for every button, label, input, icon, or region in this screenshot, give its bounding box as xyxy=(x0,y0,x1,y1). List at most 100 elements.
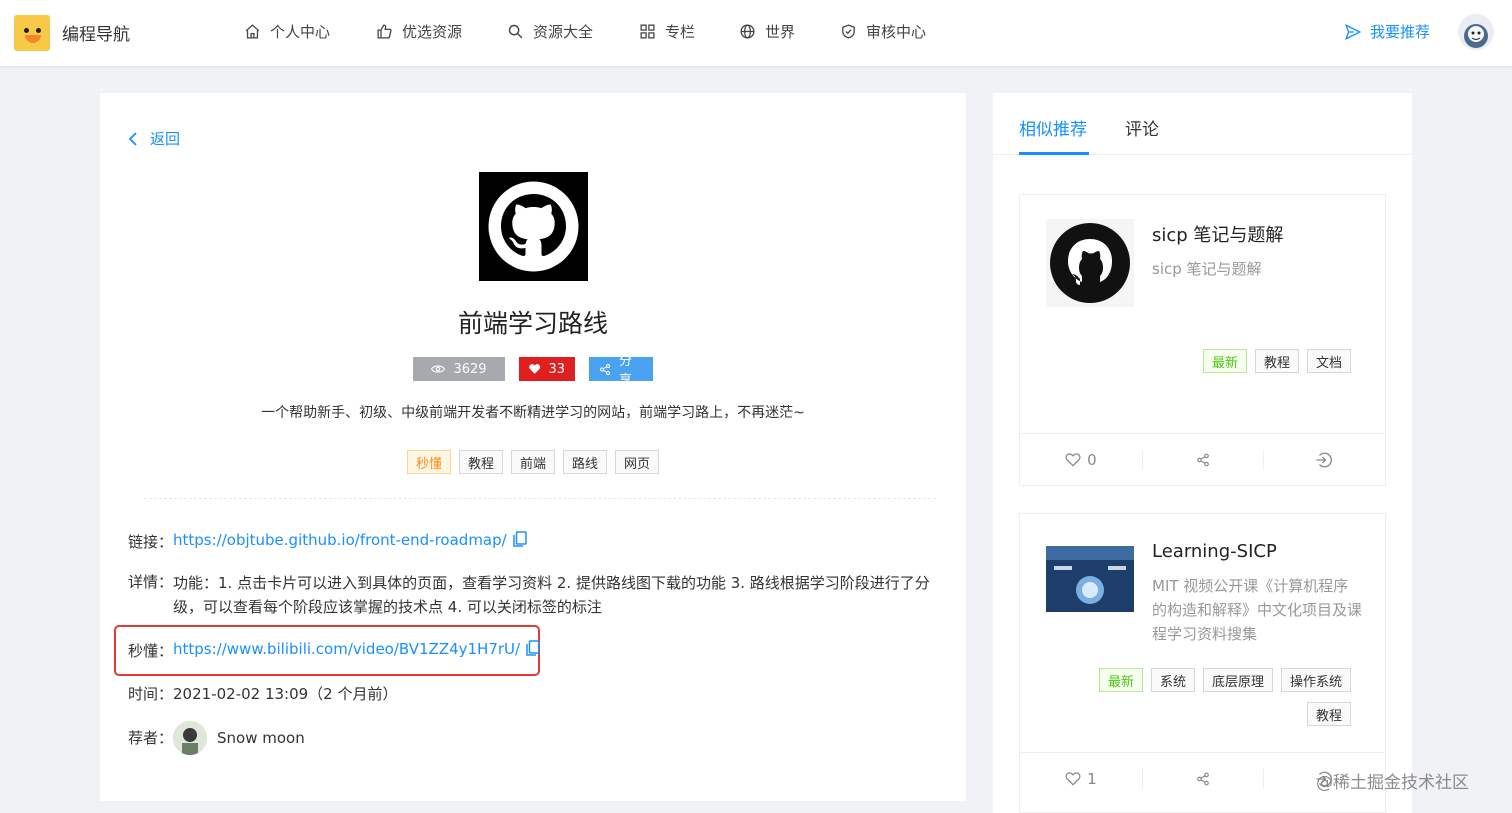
side-tabs: 相似推荐 评论 xyxy=(993,93,1412,155)
tag[interactable]: 路线 xyxy=(563,450,608,474)
recommender-name[interactable]: Snow moon xyxy=(217,729,305,747)
copy-icon[interactable] xyxy=(512,531,527,547)
active-tab-indicator xyxy=(1019,152,1089,155)
resource-description: 一个帮助新手、初级、中级前端开发者不断精进学习的网站，前端学习路上，不再迷茫~ xyxy=(261,405,805,421)
tag[interactable]: 教程 xyxy=(1254,349,1299,373)
top-navbar: 编程导航 个人中心 优选资源 资源大全 专栏 世界 审核中心 我要推荐 xyxy=(0,0,1512,66)
likes-count: 33 xyxy=(548,361,565,377)
thumbs-up-icon xyxy=(377,24,392,39)
quick-label: 秒懂： xyxy=(128,642,174,660)
item-actions: 0 xyxy=(1020,433,1385,485)
tag[interactable]: 最新 xyxy=(1098,668,1143,692)
back-label: 返回 xyxy=(150,130,181,148)
like-action[interactable]: 1 xyxy=(1020,753,1142,804)
tag[interactable]: 网页 xyxy=(615,450,660,474)
tag[interactable]: 前端 xyxy=(510,450,555,474)
like-action[interactable]: 0 xyxy=(1020,434,1142,485)
heart-outline-icon xyxy=(1065,771,1081,786)
nav-item-column[interactable]: 专栏 xyxy=(639,21,695,42)
github-icon xyxy=(488,181,579,272)
stats-bar: 3629 33 分享 xyxy=(100,354,966,388)
chevron-left-icon xyxy=(128,131,137,146)
tag[interactable]: 教程 xyxy=(458,450,503,474)
tag[interactable]: 文档 xyxy=(1306,349,1351,373)
share-icon xyxy=(1196,453,1209,466)
back-link[interactable]: 返回 xyxy=(128,128,180,149)
detail-row: 详情： 功能：1. 点击卡片可以进入到具体的页面，查看学习资料 2. 提供路线图… xyxy=(128,571,933,619)
duck-logo[interactable] xyxy=(14,15,50,51)
item-tags: 最新 教程 文档 xyxy=(1051,349,1351,373)
heart-icon xyxy=(529,364,541,374)
side-panel: 相似推荐 评论 sicp 笔记与题解 sicp 笔记与题解 最新 教程 文档 0 xyxy=(993,93,1412,813)
share-label: 分享 xyxy=(619,354,633,388)
time-label: 时间： xyxy=(128,685,174,703)
nav-label: 审核中心 xyxy=(866,23,927,41)
divider xyxy=(144,498,936,499)
tag[interactable]: 系统 xyxy=(1150,668,1195,692)
like-button[interactable]: 33 xyxy=(519,357,575,381)
tag[interactable]: 最新 xyxy=(1202,349,1247,373)
nav-item-profile[interactable]: 个人中心 xyxy=(244,21,330,42)
watermark: @稀土掘金技术社区 xyxy=(1316,773,1469,793)
nav-item-resources[interactable]: 资源大全 xyxy=(507,21,593,42)
recommender-avatar[interactable] xyxy=(173,721,208,755)
open-action[interactable] xyxy=(1263,434,1385,485)
nav-item-featured[interactable]: 优选资源 xyxy=(376,21,462,42)
tag[interactable]: 底层原理 xyxy=(1202,668,1273,692)
resource-logo xyxy=(479,172,588,281)
tag[interactable]: 教程 xyxy=(1306,702,1351,726)
time-row: 时间： 2021-02-02 13:09（2 个月前） xyxy=(128,683,398,704)
globe-icon xyxy=(740,24,755,39)
nav-item-review[interactable]: 审核中心 xyxy=(840,21,926,42)
tab-similar[interactable]: 相似推荐 xyxy=(1019,115,1087,140)
like-count: 1 xyxy=(1087,769,1097,788)
resource-tags: 秒懂 教程 前端 路线 网页 xyxy=(100,450,966,474)
similar-item[interactable]: sicp 笔记与题解 sicp 笔记与题解 最新 教程 文档 0 xyxy=(1019,194,1386,486)
tag[interactable]: 秒懂 xyxy=(406,450,451,474)
eye-icon xyxy=(431,365,446,373)
share-action[interactable] xyxy=(1141,753,1264,804)
nav-label: 优选资源 xyxy=(402,23,463,41)
shield-check-icon xyxy=(842,24,855,39)
send-icon xyxy=(1345,23,1362,40)
nav-label: 资源大全 xyxy=(533,23,594,41)
item-tags: 最新 系统 底层原理 操作系统 教程 xyxy=(1051,668,1351,726)
nav-item-world[interactable]: 世界 xyxy=(739,21,795,42)
detail-text: 功能：1. 点击卡片可以进入到具体的页面，查看学习资料 2. 提供路线图下载的功… xyxy=(173,574,930,616)
sicp-book-cover xyxy=(1046,546,1134,612)
resource-detail-card: 返回 前端学习路线 3629 33 分享 一个帮助新手、初级、中级前端开发者不断… xyxy=(100,93,966,801)
recommender-row: 荐者： Snow moon xyxy=(128,721,305,755)
share-button[interactable]: 分享 xyxy=(589,354,653,388)
nav-label: 世界 xyxy=(765,23,796,41)
enter-icon xyxy=(1316,452,1333,467)
video-link[interactable]: https://www.bilibili.com/video/BV1ZZ4y1H… xyxy=(173,640,520,658)
home-icon xyxy=(245,24,260,39)
share-icon xyxy=(600,363,610,375)
link-label: 链接： xyxy=(128,533,174,551)
resource-link[interactable]: https://objtube.github.io/front-end-road… xyxy=(173,531,507,549)
item-description: MIT 视频公开课《计算机程序的构造和解释》中文化项目及课程学习资料搜集 xyxy=(1152,577,1363,643)
like-count: 0 xyxy=(1087,450,1097,469)
quick-row: 秒懂： https://www.bilibili.com/video/BV1ZZ… xyxy=(128,640,540,661)
brand-name[interactable]: 编程导航 xyxy=(62,20,130,45)
copy-icon[interactable] xyxy=(526,640,540,656)
tag[interactable]: 操作系统 xyxy=(1280,668,1351,692)
nav-label: 个人中心 xyxy=(270,23,331,41)
recommend-button[interactable]: 我要推荐 xyxy=(1344,21,1430,42)
detail-label: 详情： xyxy=(128,573,174,591)
item-title[interactable]: sicp 笔记与题解 xyxy=(1152,221,1283,247)
resource-title: 前端学习路线 xyxy=(457,309,608,338)
avatar-illustration xyxy=(1464,24,1488,48)
item-title[interactable]: Learning-SICP xyxy=(1152,541,1277,562)
share-action[interactable] xyxy=(1141,434,1264,485)
views-badge: 3629 xyxy=(413,357,505,381)
nav-label: 专栏 xyxy=(665,23,696,41)
tab-comments[interactable]: 评论 xyxy=(1125,115,1159,140)
github-icon xyxy=(1046,219,1134,307)
grid-icon xyxy=(640,24,655,39)
share-icon xyxy=(1196,772,1209,785)
heart-outline-icon xyxy=(1065,452,1081,467)
recommend-label: 我要推荐 xyxy=(1370,23,1431,41)
item-thumbnail xyxy=(1046,219,1134,307)
user-avatar[interactable] xyxy=(1458,14,1494,50)
